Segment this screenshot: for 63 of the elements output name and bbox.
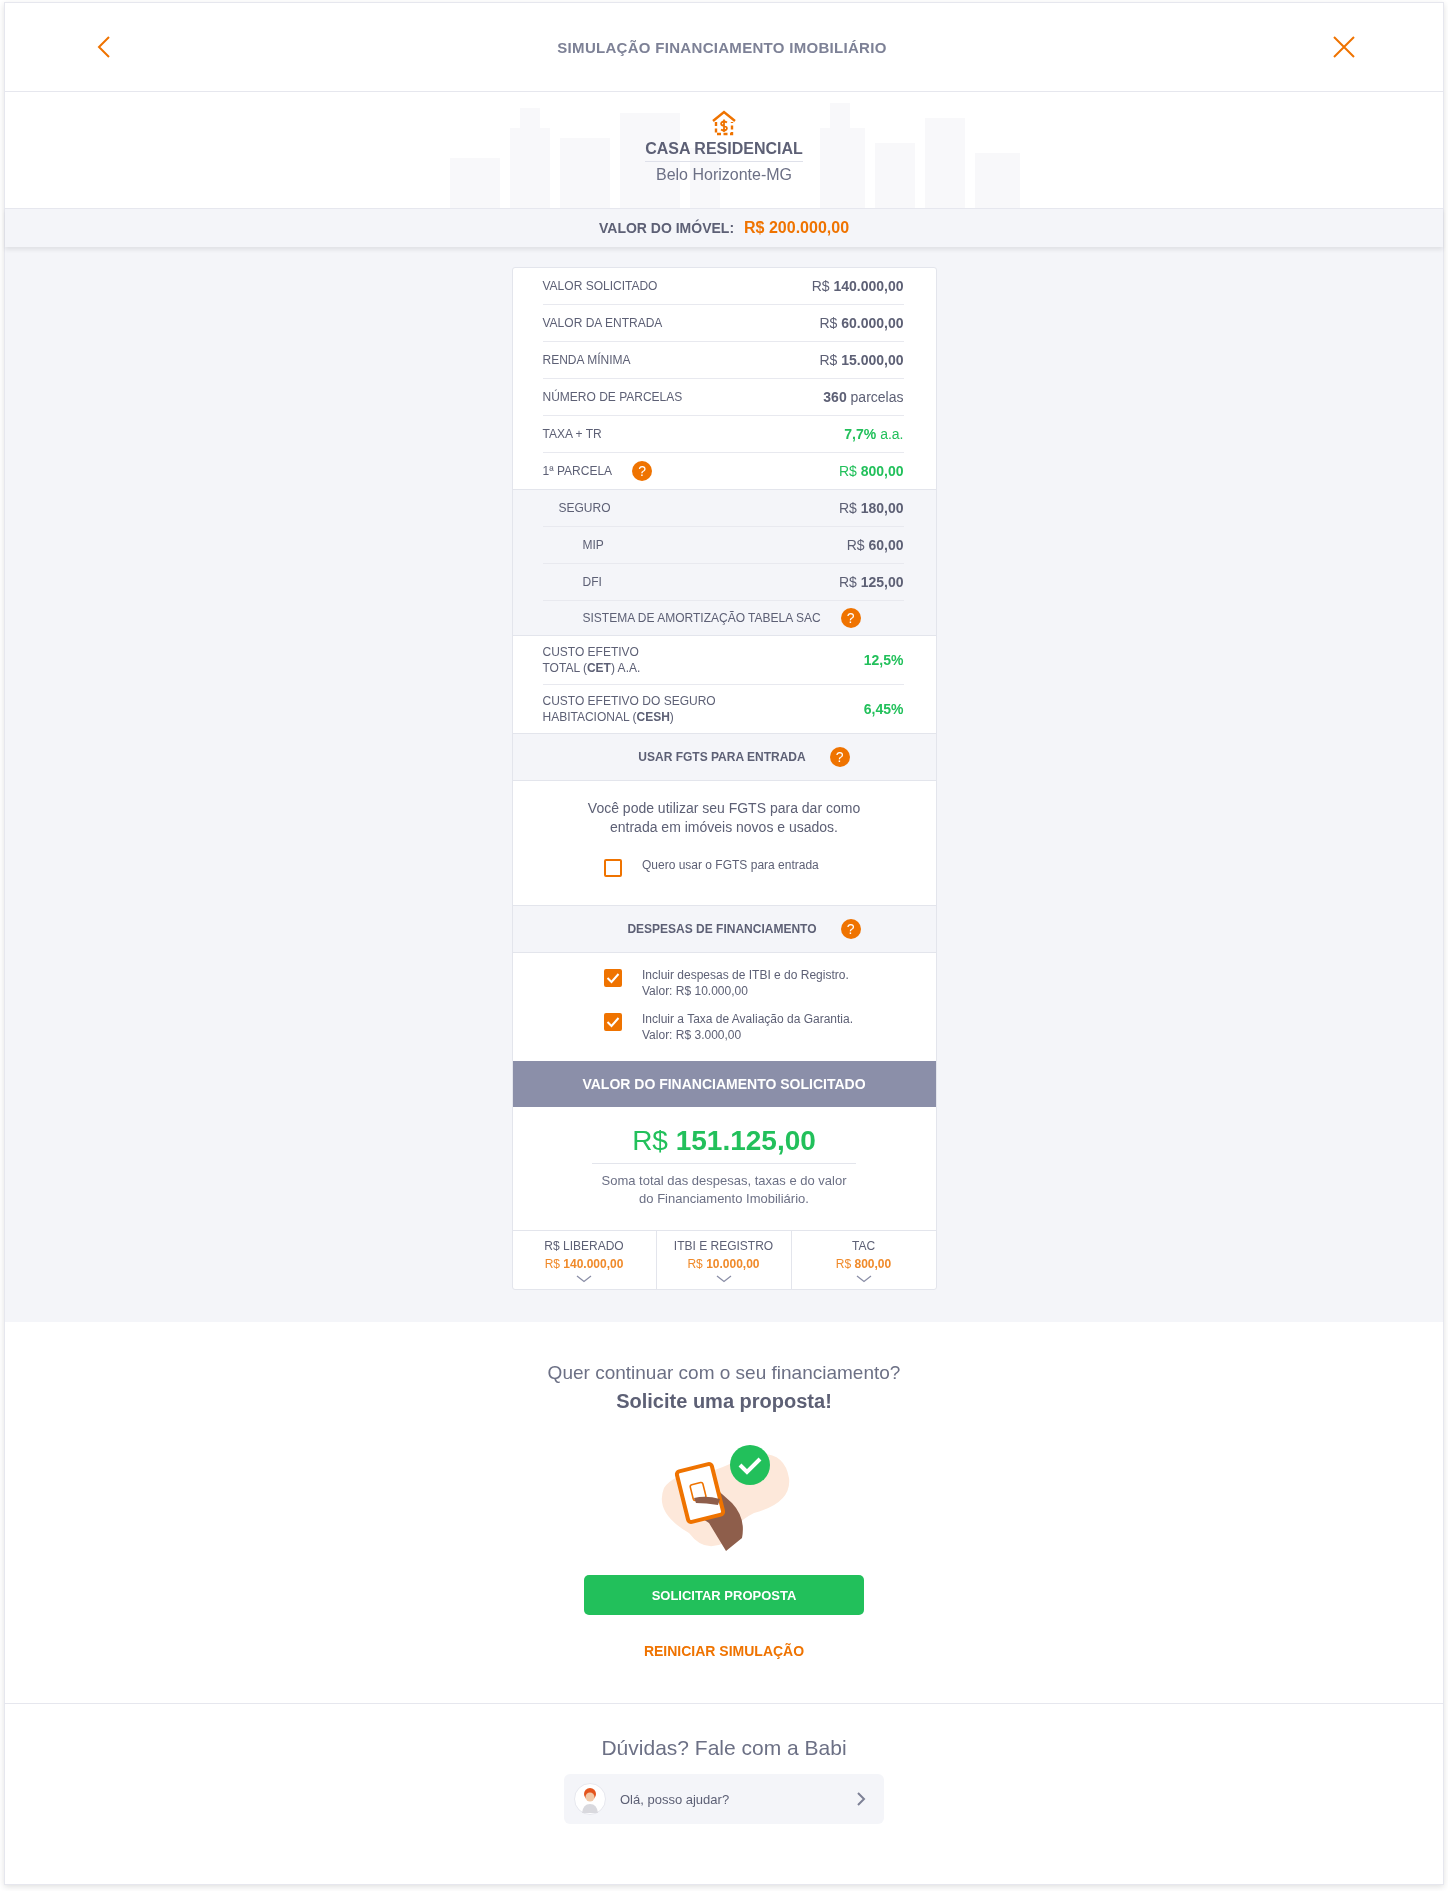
option-detail: Valor: R$ 10.000,00 — [642, 983, 749, 999]
breakdown-item[interactable]: R$ LIBERADO R$ 140.000,00 — [512, 1231, 657, 1289]
property-value-label: VALOR DO IMÓVEL: — [598, 220, 735, 236]
row-value: R$ 125,00 — [838, 574, 904, 590]
row-label: SISTEMA DE AMORTIZAÇÃO TABELA SAC — [581, 611, 821, 625]
cta-headline: Solicite uma proposta! — [616, 1390, 832, 1413]
financing-title: VALOR DO FINANCIAMENTO SOLICITADO — [582, 1076, 866, 1092]
request-proposal-button[interactable]: SOLICITAR PROPOSTA — [584, 1575, 864, 1615]
row-value: R$ 60.000,00 — [819, 315, 904, 331]
checkbox[interactable] — [604, 859, 622, 877]
breakdown-item[interactable]: TAC R$ 800,00 — [791, 1231, 936, 1289]
chat-button[interactable]: Olá, posso ajudar? — [564, 1774, 884, 1824]
row-value: 7,7% a.a. — [844, 426, 904, 442]
help-icon[interactable]: ? — [840, 919, 861, 939]
row-label: CUSTO EFETIVO TOTAL (CET) A.A. — [542, 644, 641, 676]
breakdown-item[interactable]: ITBI E REGISTRO R$ 10.000,00 — [656, 1231, 792, 1289]
help-icon[interactable]: ? — [829, 747, 850, 767]
row-label: TAXA + TR — [542, 427, 602, 441]
chevron-down-icon — [715, 1275, 732, 1283]
page-title: SIMULAÇÃO FINANCIAMENTO IMOBILIÁRIO — [557, 38, 887, 56]
checkbox[interactable] — [604, 1013, 622, 1031]
avatar-icon — [574, 1783, 606, 1815]
fgts-description: Você pode utilizar seu FGTS para dar como entrada em imóveis novos e usados. — [586, 799, 862, 837]
row-label: 1ª PARCELA — [542, 464, 613, 478]
row-value: 360 parcelas — [823, 389, 904, 405]
close-icon[interactable] — [1333, 36, 1355, 58]
option-label: Incluir a Taxa de Avaliação da Garantia. — [642, 1011, 854, 1027]
help-icon[interactable]: ? — [632, 461, 653, 481]
property-location: Belo Horizonte-MG — [655, 166, 792, 184]
chevron-down-icon — [576, 1275, 592, 1283]
property-type: CASA RESIDENCIAL — [645, 140, 803, 162]
help-icon[interactable]: ? — [840, 608, 861, 628]
help-title: Dúvidas? Fale com a Babi — [601, 1736, 847, 1760]
financing-description: Soma total das despesas, taxas e do valor do Financiamento Imobiliário. — [600, 1172, 848, 1208]
row-label: CUSTO EFETIVO DO SEGURO HABITACIONAL (CESH) — [542, 693, 716, 725]
row-value: R$ 140.000,00 — [811, 278, 904, 294]
option-label: Incluir despesas de ITBI e do Registro. — [642, 967, 849, 983]
row-label: NÚMERO DE PARCELAS — [542, 390, 683, 404]
row-label: SEGURO — [557, 501, 611, 515]
section-title: DESPESAS DE FINANCIAMENTO — [627, 922, 817, 936]
row-value: 6,45% — [863, 701, 904, 717]
house-money-icon — [710, 110, 738, 136]
row-value: R$ 15.000,00 — [819, 352, 904, 368]
row-label: RENDA MÍNIMA — [542, 353, 631, 367]
row-label: MIP — [581, 538, 604, 552]
row-value: R$ 180,00 — [838, 500, 904, 516]
financing-total: R$ 151.125,00 — [592, 1125, 856, 1164]
row-value: R$ 800,00 — [838, 463, 904, 479]
restart-simulation-link[interactable]: REINICIAR SIMULAÇÃO — [643, 1643, 805, 1659]
back-icon[interactable] — [97, 35, 111, 59]
section-title: USAR FGTS PARA ENTRADA — [638, 750, 806, 764]
checkbox[interactable] — [604, 969, 622, 987]
row-value: R$ 60,00 — [846, 537, 904, 553]
row-label: VALOR DA ENTRADA — [542, 316, 663, 330]
chevron-down-icon — [855, 1275, 872, 1283]
option-label: Quero usar o FGTS para entrada — [642, 857, 819, 873]
row-label: VALOR SOLICITADO — [542, 279, 658, 293]
row-label: DFI — [581, 575, 602, 589]
option-detail: Valor: R$ 3.000,00 — [642, 1027, 743, 1043]
property-value: R$ 200.000,00 — [744, 219, 850, 237]
chevron-right-icon — [856, 1791, 866, 1807]
cta-question: Quer continuar com o seu financiamento? — [547, 1362, 901, 1384]
row-value: 12,5% — [863, 652, 904, 668]
